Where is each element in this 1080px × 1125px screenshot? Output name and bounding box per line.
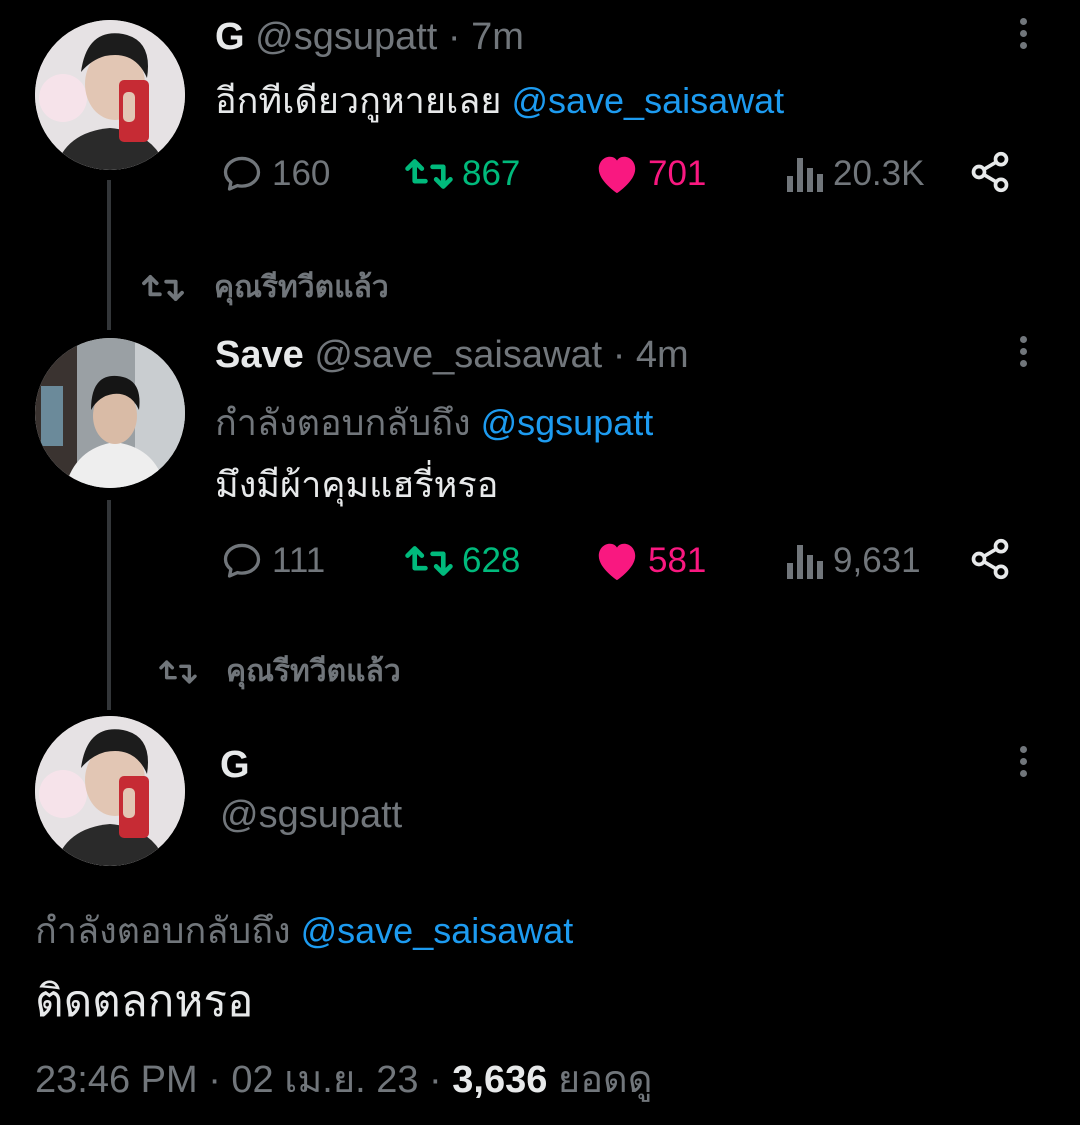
main-tweet-handle: @sgsupatt bbox=[220, 794, 402, 837]
tweet-header: G @sgsupatt · 7m bbox=[215, 16, 524, 59]
timestamp[interactable]: 23:46 PM · 02 เม.ย. 23 · bbox=[35, 1059, 442, 1101]
views-icon bbox=[787, 158, 823, 192]
display-name[interactable]: G bbox=[215, 16, 245, 58]
handle[interactable]: @save_saisawat bbox=[314, 334, 602, 376]
reply-icon bbox=[223, 543, 261, 578]
retweet-count: 628 bbox=[462, 541, 521, 580]
avatar[interactable] bbox=[35, 338, 185, 488]
mention-link[interactable]: @sgsupatt bbox=[481, 402, 654, 443]
avatar[interactable] bbox=[35, 716, 185, 866]
view-count: 3,636 bbox=[452, 1059, 548, 1101]
handle[interactable]: @sgsupatt bbox=[255, 16, 437, 58]
thread-line bbox=[107, 180, 111, 330]
mention-link[interactable]: @save_saisawat bbox=[511, 80, 784, 121]
avatar[interactable] bbox=[35, 20, 185, 170]
retweet-icon bbox=[405, 159, 453, 189]
view-count: 20.3K bbox=[833, 154, 925, 193]
timestamp[interactable]: · 4m bbox=[613, 334, 689, 376]
like-button[interactable]: 701 bbox=[594, 152, 706, 196]
view-label: ยอดดู bbox=[557, 1059, 653, 1101]
reply-button[interactable]: 160 bbox=[220, 152, 330, 196]
like-count: 701 bbox=[648, 154, 707, 193]
tweet-meta: 23:46 PM · 02 เม.ย. 23 · 3,636 ยอดดู bbox=[35, 1048, 652, 1109]
like-button[interactable]: 581 bbox=[594, 539, 706, 583]
retweet-notice: คุณรีทวีตแล้ว bbox=[140, 264, 389, 311]
retweet-button[interactable]: 628 bbox=[404, 539, 520, 583]
views-icon bbox=[787, 545, 823, 579]
retweet-notice: คุณรีทวีตแล้ว bbox=[158, 648, 401, 695]
handle[interactable]: @sgsupatt bbox=[220, 794, 402, 836]
mention-link[interactable]: @save_saisawat bbox=[301, 910, 574, 951]
replying-to: กำลังตอบกลับถึง @sgsupatt bbox=[215, 402, 654, 443]
more-options-icon[interactable] bbox=[1018, 18, 1028, 49]
retweet-count: 867 bbox=[462, 154, 521, 193]
reply-count: 111 bbox=[272, 541, 326, 580]
display-name[interactable]: Save bbox=[215, 334, 304, 376]
reply-icon bbox=[223, 156, 261, 191]
share-icon bbox=[971, 151, 1009, 193]
tweet-header: Save @save_saisawat · 4m bbox=[215, 334, 689, 377]
retweet-icon bbox=[159, 659, 197, 684]
reply-button[interactable]: 111 bbox=[220, 539, 325, 583]
tweet-text: อีกทีเดียวกูหายเลย @save_saisawat bbox=[215, 80, 785, 121]
more-options-icon[interactable] bbox=[1018, 746, 1028, 777]
replying-to: กำลังตอบกลับถึง @save_saisawat bbox=[35, 910, 574, 951]
view-count: 9,631 bbox=[833, 541, 921, 580]
like-count: 581 bbox=[648, 541, 707, 580]
timestamp[interactable]: · 7m bbox=[448, 16, 524, 58]
tweet-text: มึงมีผ้าคุมแฮรี่หรอ bbox=[215, 464, 499, 505]
heart-icon bbox=[598, 156, 636, 194]
share-button[interactable] bbox=[968, 537, 1020, 581]
thread-line bbox=[107, 500, 111, 710]
retweet-icon bbox=[405, 546, 453, 576]
share-icon bbox=[971, 538, 1009, 580]
retweet-icon bbox=[142, 274, 184, 301]
views-button[interactable]: 9,631 bbox=[785, 539, 921, 583]
tweet-text: ติดตลกหรอ bbox=[35, 977, 254, 1026]
retweet-button[interactable]: 867 bbox=[404, 152, 520, 196]
main-tweet-name: G bbox=[220, 744, 250, 787]
views-button[interactable]: 20.3K bbox=[785, 152, 924, 196]
display-name[interactable]: G bbox=[220, 744, 250, 786]
heart-icon bbox=[598, 543, 636, 581]
more-options-icon[interactable] bbox=[1018, 336, 1028, 367]
share-button[interactable] bbox=[968, 150, 1020, 194]
reply-count: 160 bbox=[272, 154, 331, 193]
